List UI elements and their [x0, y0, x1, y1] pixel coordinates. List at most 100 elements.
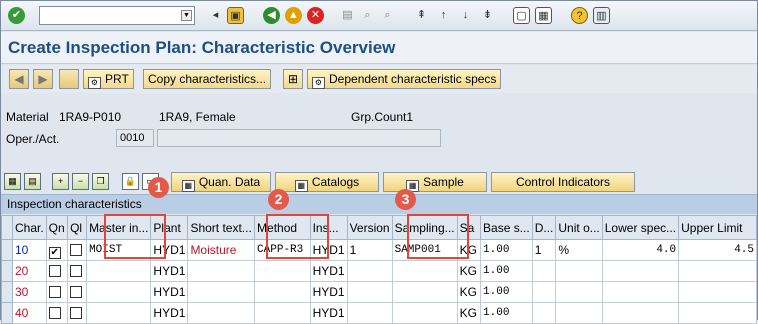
col-header[interactable]: Base s... — [480, 215, 533, 240]
ql-checkbox[interactable] — [70, 244, 83, 256]
method-cell[interactable] — [254, 281, 311, 303]
sa-cell[interactable]: KG — [456, 302, 482, 324]
char-cell[interactable]: 30 — [11, 281, 47, 303]
hierarchy-button[interactable]: ⊞ — [283, 69, 303, 89]
tab-quan-data[interactable]: ▦ Quan. Data — [171, 172, 271, 192]
base-cell[interactable]: 1.00 — [480, 260, 533, 282]
prev-page-icon[interactable]: ↑ — [435, 7, 452, 24]
next-page-icon[interactable]: ↓ — [457, 7, 474, 24]
qn-cell[interactable] — [45, 302, 69, 324]
col-header[interactable]: Char. — [11, 215, 47, 240]
tab-catalogs[interactable]: ▦ Catalogs — [275, 172, 379, 192]
blank-button[interactable] — [59, 69, 79, 89]
lower-spec-cell[interactable] — [601, 260, 680, 282]
lower-spec-cell[interactable] — [601, 302, 680, 324]
find-icon[interactable]: ⌕ — [359, 7, 376, 24]
ql-cell[interactable] — [67, 302, 88, 324]
next-screen-button[interactable]: ▶ — [33, 69, 53, 89]
select-all-icon[interactable]: ▦ — [4, 173, 21, 190]
d-cell[interactable] — [531, 302, 557, 324]
unit-cell[interactable]: % — [555, 239, 603, 261]
upper-limit-cell[interactable] — [678, 281, 757, 303]
method-cell[interactable] — [254, 260, 311, 282]
row-selector[interactable] — [1, 281, 13, 303]
tab-sample[interactable]: ▦ Sample — [383, 172, 487, 192]
help-icon[interactable]: ? — [571, 7, 588, 24]
row-selector[interactable] — [1, 239, 13, 261]
plant-cell[interactable]: HYD1 — [150, 281, 189, 303]
upper-limit-cell[interactable] — [678, 260, 757, 282]
base-cell[interactable]: 1.00 — [480, 302, 533, 324]
lower-spec-cell[interactable]: 4.0 — [601, 239, 680, 261]
save-icon[interactable]: ▣ — [227, 7, 244, 24]
unit-cell[interactable] — [555, 260, 603, 282]
sa-cell[interactable]: KG — [456, 239, 482, 261]
prt-button[interactable]: ⚙ PRT — [83, 69, 134, 89]
col-header[interactable]: Ins... — [309, 215, 348, 240]
qn-cell[interactable]: ✔ — [45, 239, 69, 261]
d-cell[interactable] — [531, 260, 557, 282]
dependent-specs-button[interactable]: ⚙ Dependent characteristic specs — [307, 69, 502, 89]
short-text-cell[interactable]: Moisture — [187, 239, 256, 261]
prev-screen-button[interactable]: ◀ — [9, 69, 29, 89]
copy-row-icon[interactable]: ❐ — [92, 173, 109, 190]
master-cell[interactable] — [86, 260, 152, 282]
lock-icon[interactable]: 🔒 — [122, 173, 139, 190]
plant-cell[interactable]: HYD1 — [150, 302, 189, 324]
col-header[interactable]: Ql — [67, 215, 88, 240]
upper-limit-cell[interactable]: 4.5 — [678, 239, 757, 261]
chevron-down-icon[interactable]: ▼ — [181, 10, 192, 21]
version-cell[interactable] — [346, 281, 393, 303]
d-cell[interactable] — [531, 281, 557, 303]
back-icon[interactable]: ◀ — [263, 7, 280, 24]
col-header[interactable]: Unit o... — [555, 215, 603, 240]
unit-cell[interactable] — [555, 281, 603, 303]
row-selector[interactable] — [1, 302, 13, 324]
d-cell[interactable]: 1 — [531, 239, 557, 261]
method-cell[interactable]: CAPP-R3 — [254, 239, 311, 261]
shortcut-icon[interactable]: ▦ — [535, 7, 552, 24]
customize-icon[interactable]: ▥ — [593, 7, 610, 24]
lower-spec-cell[interactable] — [601, 281, 680, 303]
qn-checkbox-checked[interactable]: ✔ — [48, 246, 61, 259]
base-cell[interactable]: 1.00 — [480, 281, 533, 303]
table-row[interactable]: 10 ✔ MOIST HYD1 Moisture CAPP-R3 HYD1 1 … — [1, 239, 757, 261]
ins-cell[interactable]: HYD1 — [309, 260, 348, 282]
version-cell[interactable] — [346, 260, 393, 282]
qn-checkbox[interactable] — [48, 286, 61, 298]
ql-cell[interactable] — [67, 239, 88, 261]
last-page-icon[interactable]: ⇟ — [479, 7, 496, 24]
col-header[interactable]: Short text... — [187, 215, 256, 240]
col-header[interactable]: Master in... — [86, 215, 152, 240]
col-header[interactable]: Qn — [45, 215, 69, 240]
sa-cell[interactable]: KG — [456, 281, 482, 303]
ql-cell[interactable] — [67, 281, 88, 303]
char-cell[interactable]: 40 — [11, 302, 47, 324]
sampling-cell[interactable]: SAMP001 — [391, 239, 458, 261]
exit-icon[interactable]: ▲ — [285, 7, 302, 24]
check-icon[interactable]: ✔ — [8, 7, 25, 24]
new-session-icon[interactable]: ▢ — [513, 7, 530, 24]
upper-limit-cell[interactable] — [678, 302, 757, 324]
delete-row-icon[interactable]: − — [72, 173, 89, 190]
ql-checkbox[interactable] — [70, 265, 83, 277]
qn-cell[interactable] — [45, 281, 69, 303]
deselect-all-icon[interactable]: ▤ — [24, 173, 41, 190]
master-cell[interactable]: MOIST — [86, 239, 152, 261]
version-cell[interactable]: 1 — [346, 239, 393, 261]
char-cell[interactable]: 20 — [11, 260, 47, 282]
col-header[interactable]: Sampling... — [391, 215, 458, 240]
print-icon[interactable]: ▤ — [339, 7, 356, 24]
ins-cell[interactable]: HYD1 — [309, 281, 348, 303]
cancel-icon[interactable]: ✕ — [307, 7, 324, 24]
sampling-cell[interactable] — [391, 281, 458, 303]
ins-cell[interactable]: HYD1 — [309, 302, 348, 324]
command-field[interactable]: ▼ — [39, 6, 195, 25]
method-cell[interactable] — [254, 302, 311, 324]
base-cell[interactable]: 1.00 — [480, 239, 533, 261]
master-cell[interactable] — [86, 281, 152, 303]
ql-checkbox[interactable] — [70, 307, 83, 319]
col-header[interactable]: Version — [346, 215, 393, 240]
short-text-cell[interactable] — [187, 302, 256, 324]
qn-checkbox[interactable] — [48, 265, 61, 277]
